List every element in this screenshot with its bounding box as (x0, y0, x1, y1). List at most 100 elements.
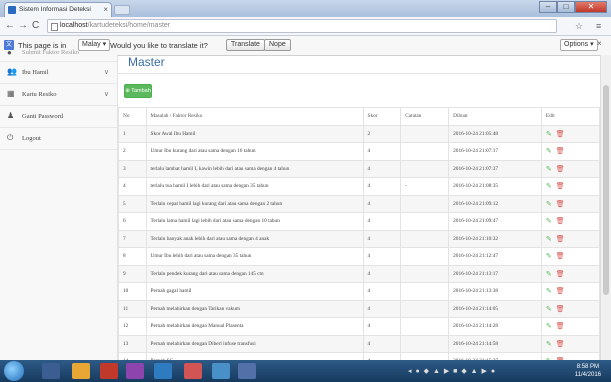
tab-close-icon[interactable]: × (103, 3, 108, 17)
cell-masalah: Terlalu cepat hamil lagi kurang dari ata… (145, 194, 364, 213)
add-button[interactable]: ⊕ Tambah (124, 84, 152, 98)
cell-edit: ✎🗑 (540, 299, 600, 318)
power-icon: ⏻ (7, 133, 14, 142)
table-row: 11 Pernah melahirkan dengan Tarikan vakum… (118, 299, 600, 318)
sidebar-item-submit-faktor[interactable]: ● Submit Faktor Resiko (0, 46, 117, 62)
pencil-icon[interactable]: ✎ (546, 130, 552, 138)
trash-icon[interactable]: 🗑 (556, 130, 565, 138)
cell-dibuat: 2016-10-24 21:14:05 (448, 299, 542, 318)
nope-button[interactable]: Nope (264, 39, 291, 51)
translate-button[interactable]: Translate (226, 39, 265, 51)
bookmark-star-icon[interactable]: ☆ (575, 19, 583, 33)
scrollbar-thumb[interactable] (603, 85, 609, 295)
sidebar-item-kartu-resiko[interactable]: ▦ Kartu Resiko ∨ (0, 84, 117, 106)
cell-edit: ✎🗑 (540, 282, 600, 301)
sidebar-item-label: Kartu Resiko (22, 91, 57, 98)
url-input[interactable]: localhost/kartudeteksi/home/master (47, 19, 557, 33)
trash-icon[interactable]: 🗑 (556, 200, 565, 208)
pencil-icon[interactable]: ✎ (546, 147, 552, 155)
cell-dibuat: 2016-10-24 21:14:28 (448, 317, 542, 336)
taskbar-folder-icon[interactable] (72, 363, 90, 379)
card-icon: ▦ (7, 89, 15, 98)
reload-icon[interactable]: C (32, 19, 39, 33)
cell-catatan (400, 317, 450, 336)
pencil-icon[interactable]: ✎ (546, 235, 552, 243)
trash-icon[interactable]: 🗑 (556, 217, 565, 225)
trash-icon[interactable]: 🗑 (556, 270, 565, 278)
sidebar-item-ibu-hamil[interactable]: 👥 Ibu Hamil ∨ (0, 62, 117, 84)
sidebar-item-logout[interactable]: ⏻ Logout (0, 128, 117, 150)
browser-tab[interactable]: Sistem Informasi Deteksi × (4, 2, 112, 17)
taskbar-browser-icon[interactable] (100, 363, 118, 379)
table-row: 8 Umur Ibu lebih dari atau sama dengan 35… (118, 247, 600, 266)
trash-icon[interactable]: 🗑 (556, 165, 565, 173)
sidebar-item-label: Ibu Hamil (22, 69, 49, 76)
cell-catatan (400, 264, 450, 283)
main-content: Master ⊕ Tambah No Masalah / Faktor Resi… (118, 55, 600, 360)
trash-icon[interactable]: 🗑 (556, 182, 565, 190)
taskbar-app-icon[interactable] (238, 363, 256, 379)
pencil-icon[interactable]: ✎ (546, 287, 552, 295)
cell-skor: 4 (362, 334, 402, 353)
forward-icon[interactable]: → (18, 19, 28, 33)
cell-skor: 4 (362, 229, 402, 248)
taskbar-app-icon[interactable] (42, 363, 60, 379)
minimize-button[interactable]: – (539, 1, 557, 13)
pencil-icon[interactable]: ✎ (546, 200, 552, 208)
pencil-icon[interactable]: ✎ (546, 305, 552, 313)
table-body: 1 Skor Awal Ibu Hamil 2 2016-10-24 21:05:48… (118, 124, 600, 360)
table-row: 7 Terlalu banyak anak lebih dari atau sam… (118, 229, 600, 248)
pencil-icon[interactable]: ✎ (546, 322, 552, 330)
trash-icon[interactable]: 🗑 (556, 322, 565, 330)
table-row: 1 Skor Awal Ibu Hamil 2 2016-10-24 21:05:48… (118, 124, 600, 143)
pencil-icon[interactable]: ✎ (546, 165, 552, 173)
pencil-icon[interactable]: ✎ (546, 252, 552, 260)
url-host: localhost (60, 22, 88, 29)
system-tray[interactable]: ◂ ● ◆ ▲ ▶ ■ ◆ ▲ ▶ ● (408, 367, 496, 375)
cell-catatan (400, 299, 450, 318)
start-button[interactable] (4, 361, 24, 381)
cell-skor: 4 (362, 177, 402, 196)
cell-dibuat: 2016-10-24 21:15:27 (448, 352, 542, 360)
back-icon[interactable]: ← (5, 19, 15, 33)
cell-no: 9 (118, 264, 147, 283)
trash-icon[interactable]: 🗑 (556, 305, 565, 313)
pencil-icon[interactable]: ✎ (546, 270, 552, 278)
cell-edit: ✎🗑 (540, 317, 600, 336)
page-scrollbar[interactable] (600, 55, 611, 360)
pencil-icon[interactable]: ✎ (546, 217, 552, 225)
url-path: /kartudeteksi/home/master (87, 22, 171, 29)
trash-icon[interactable]: 🗑 (556, 235, 565, 243)
cell-masalah: Pernah gagal hamil (145, 282, 364, 301)
trash-icon[interactable]: 🗑 (556, 147, 565, 155)
taskbar-clock[interactable]: 8:58 PM 11/4/2016 (575, 363, 601, 379)
translate-close-icon[interactable]: × (597, 37, 602, 51)
header-no: No (118, 107, 147, 126)
maximize-button[interactable]: □ (557, 1, 575, 13)
cell-no: 13 (118, 334, 147, 353)
trash-icon[interactable]: 🗑 (556, 252, 565, 260)
pencil-icon[interactable]: ✎ (546, 182, 552, 190)
cell-catatan (400, 124, 450, 143)
clock-date: 11/4/2016 (574, 372, 601, 378)
taskbar-app-icon[interactable] (126, 363, 144, 379)
sidebar-item-ganti-password[interactable]: ♟ Ganti Password (0, 106, 117, 128)
cell-masalah: Pernah melahirkan dengan Tarikan vakum (145, 299, 364, 318)
taskbar-app-icon[interactable] (212, 363, 230, 379)
browser-menu-icon[interactable]: ≡ (596, 19, 601, 33)
trash-icon[interactable]: 🗑 (556, 340, 565, 348)
header-masalah: Masalah / Faktor Resiko (145, 107, 364, 126)
new-tab-button[interactable] (114, 5, 130, 15)
users-icon: 👥 (7, 67, 17, 76)
trash-icon[interactable]: 🗑 (556, 287, 565, 295)
taskbar-app-icon[interactable] (154, 363, 172, 379)
cell-dibuat: 2016-10-24 21:05:48 (448, 124, 542, 143)
search-plus-icon: ⊕ (125, 88, 130, 94)
address-toolbar: ← → C localhost/kartudeteksi/home/master… (0, 17, 611, 36)
options-button[interactable]: Options ▾ (560, 39, 598, 51)
sidebar: ● Submit Faktor Resiko 👥 Ibu Hamil ∨ ▦ K… (0, 49, 118, 360)
close-window-button[interactable]: ✕ (575, 1, 607, 13)
taskbar-app-icon[interactable] (184, 363, 202, 379)
pencil-icon[interactable]: ✎ (546, 340, 552, 348)
cell-edit: ✎🗑 (540, 194, 600, 213)
